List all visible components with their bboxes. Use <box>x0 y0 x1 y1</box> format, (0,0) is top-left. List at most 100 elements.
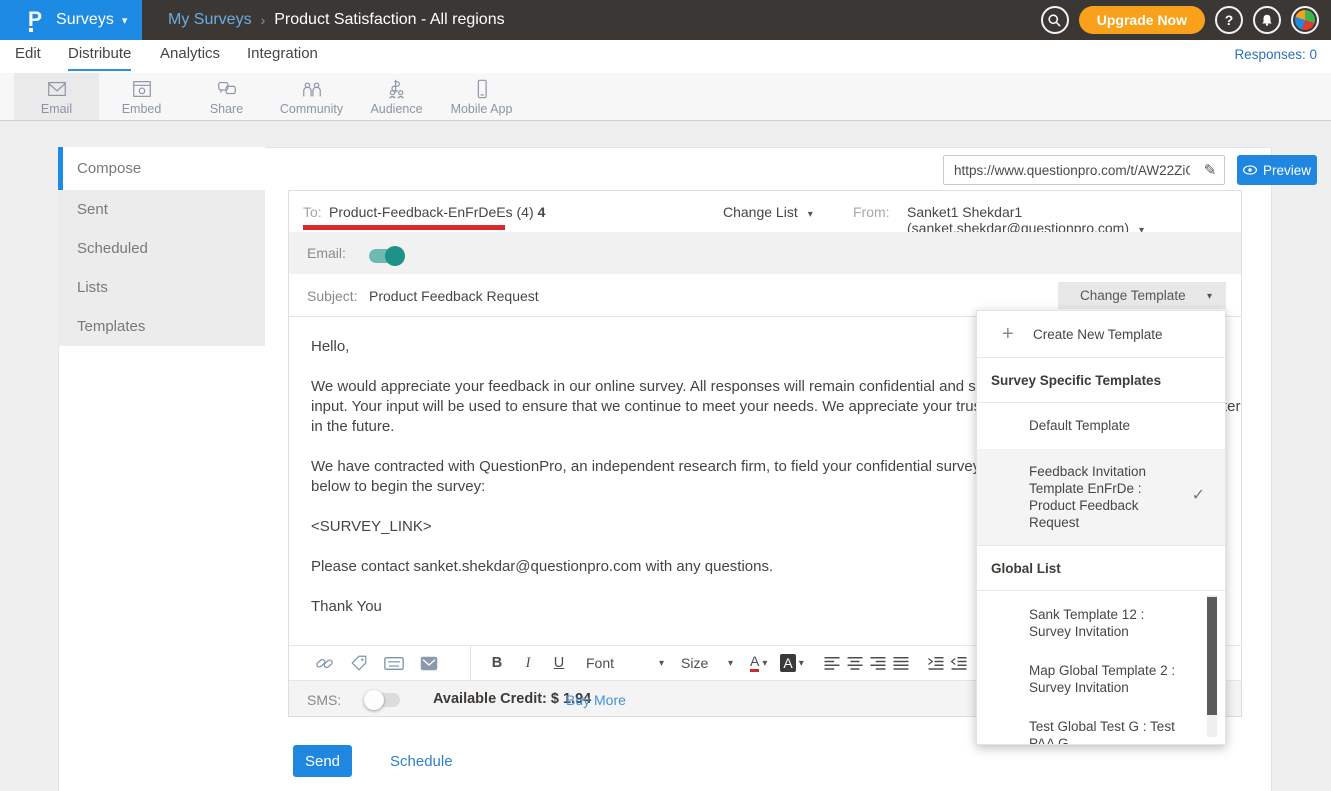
change-template-dropdown[interactable]: Change Template▾ <box>1058 282 1226 309</box>
recipient-list-name[interactable]: Product-Feedback-EnFrDeEs (4)4 <box>329 204 545 220</box>
caret-down-icon: ▾ <box>762 658 767 669</box>
indent-icon[interactable] <box>927 655 945 671</box>
audience-icon <box>385 78 409 100</box>
caret-down-icon: ▾ <box>122 14 128 27</box>
plus-icon: + <box>1002 323 1020 346</box>
channel-share[interactable]: Share <box>184 73 269 120</box>
merge-tag-icon[interactable] <box>350 654 368 672</box>
caret-down-icon: ▾ <box>808 209 813 220</box>
help-button[interactable]: ? <box>1215 6 1243 34</box>
channel-audience[interactable]: Audience <box>354 73 439 120</box>
channel-embed[interactable]: Embed <box>99 73 184 120</box>
recipient-underline <box>303 225 505 230</box>
template-item-map-global-2[interactable]: Map Global Template 2 : Survey Invitatio… <box>977 651 1225 707</box>
buy-more-link[interactable]: Buy More <box>566 692 626 708</box>
survey-url-input[interactable] <box>944 163 1196 178</box>
breadcrumb-current-survey: Product Satisfaction - All regions <box>274 11 504 29</box>
notifications-button[interactable] <box>1253 6 1281 34</box>
schedule-link[interactable]: Schedule <box>390 753 453 770</box>
survey-url-box: ✎ <box>943 155 1225 185</box>
edit-url-pencil-icon[interactable]: ✎ <box>1196 156 1224 184</box>
background-color-button[interactable]: A▾ <box>780 654 803 672</box>
channel-email[interactable]: Email <box>14 73 99 120</box>
bell-icon <box>1260 13 1274 27</box>
sidebar-item-lists[interactable]: Lists <box>58 268 265 307</box>
tab-analytics[interactable]: Analytics <box>160 40 220 71</box>
subject-label: Subject: <box>307 288 358 304</box>
sms-toggle[interactable] <box>366 693 400 707</box>
sidebar-item-sent[interactable]: Sent <box>58 190 265 229</box>
questionpro-app: P Surveys ▾ My Surveys › Product Satisfa… <box>0 0 1331 791</box>
check-icon: ✓ <box>1192 487 1205 504</box>
align-left-icon[interactable] <box>823 655 841 671</box>
questionpro-logo-icon: P <box>28 10 42 30</box>
preview-button[interactable]: Preview <box>1237 155 1317 185</box>
insert-link-icon[interactable] <box>315 654 334 673</box>
caret-down-icon: ▾ <box>799 658 804 669</box>
test-email-icon[interactable] <box>420 656 438 671</box>
send-button[interactable]: Send <box>293 745 352 777</box>
upgrade-now-button[interactable]: Upgrade Now <box>1079 6 1205 34</box>
template-item-selected[interactable]: Feedback Invitation Template EnFrDe : Pr… <box>977 449 1225 546</box>
community-icon <box>300 78 324 100</box>
menu-scrollbar-track[interactable] <box>1207 595 1217 737</box>
recipients-row: To: Product-Feedback-EnFrDeEs (4)4 Chang… <box>288 190 1242 232</box>
underline-button[interactable]: U <box>547 651 571 675</box>
sidebar-item-templates[interactable]: Templates <box>58 307 265 346</box>
search-button[interactable] <box>1041 6 1069 34</box>
bold-button[interactable]: B <box>485 651 509 675</box>
email-toggle[interactable] <box>369 249 403 263</box>
avatar-logo-icon <box>1295 10 1315 30</box>
eye-icon <box>1243 165 1257 175</box>
global-template-list: Sank Template 12 : Survey Invitation Map… <box>977 591 1225 744</box>
template-item-sank-12[interactable]: Sank Template 12 : Survey Invitation <box>977 595 1225 651</box>
survey-tabs: Edit Distribute Analytics Integration Re… <box>0 40 1331 73</box>
template-item-test-global[interactable]: Test Global Test G : Test PAA G <box>977 707 1225 744</box>
responses-count[interactable]: Responses: 0 <box>1234 40 1317 70</box>
tab-edit[interactable]: Edit <box>15 40 41 71</box>
font-family-select[interactable]: Font▾ <box>586 655 664 671</box>
global-list-header: Global List <box>977 546 1225 591</box>
tab-distribute[interactable]: Distribute <box>68 40 131 71</box>
sms-toggle-label: SMS: <box>307 692 341 708</box>
sidebar-item-scheduled[interactable]: Scheduled <box>58 229 265 268</box>
embed-icon <box>130 78 154 100</box>
email-icon <box>45 78 69 100</box>
tab-integration[interactable]: Integration <box>247 40 318 71</box>
change-list-dropdown[interactable]: Change List▾ <box>723 204 813 220</box>
caret-down-icon: ▾ <box>659 658 664 669</box>
caret-down-icon: ▾ <box>728 658 733 669</box>
breadcrumb-my-surveys[interactable]: My Surveys <box>168 11 252 29</box>
text-color-button[interactable]: A▾ <box>750 654 767 672</box>
align-center-icon[interactable] <box>846 655 864 671</box>
outdent-icon[interactable] <box>950 655 968 671</box>
to-label: To: <box>303 204 322 220</box>
breadcrumb-separator: › <box>261 12 266 28</box>
survey-specific-templates-header: Survey Specific Templates <box>977 358 1225 403</box>
caret-down-icon: ▾ <box>1207 291 1212 302</box>
create-new-template-item[interactable]: + Create New Template <box>977 311 1225 358</box>
email-toggle-label: Email: <box>307 245 346 261</box>
breadcrumb: My Surveys › Product Satisfaction - All … <box>168 0 505 40</box>
account-avatar[interactable] <box>1291 6 1319 34</box>
question-mark-icon: ? <box>1225 12 1234 28</box>
surveys-product-menu[interactable]: P Surveys ▾ <box>0 0 142 40</box>
change-template-menu: + Create New Template Survey Specific Te… <box>976 310 1226 745</box>
channel-mobile-app[interactable]: Mobile App <box>439 73 524 120</box>
sidebar-item-compose[interactable]: Compose <box>58 147 265 190</box>
share-icon <box>215 78 239 100</box>
keyboard-icon[interactable] <box>384 656 404 671</box>
menu-scrollbar-thumb[interactable] <box>1207 597 1217 715</box>
header-actions: Upgrade Now ? <box>1041 0 1319 40</box>
product-name: Surveys <box>56 11 114 29</box>
italic-button[interactable]: I <box>516 651 540 675</box>
font-size-select[interactable]: Size▾ <box>681 655 733 671</box>
distribute-channel-bar: Email Embed Share Community Audience Mob… <box>0 73 1331 121</box>
align-right-icon[interactable] <box>869 655 887 671</box>
template-item-default[interactable]: Default Template <box>977 403 1225 449</box>
email-toggle-row: Email: <box>288 232 1242 274</box>
align-justify-icon[interactable] <box>892 655 910 671</box>
channel-community[interactable]: Community <box>269 73 354 120</box>
subject-value[interactable]: Product Feedback Request <box>369 288 539 304</box>
top-header: P Surveys ▾ My Surveys › Product Satisfa… <box>0 0 1331 40</box>
